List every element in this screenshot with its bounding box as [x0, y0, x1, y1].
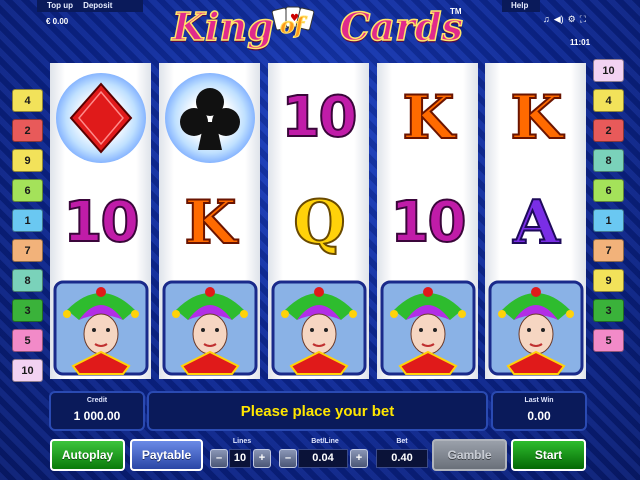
joker-symbol	[159, 275, 260, 380]
payline-indicator-right[interactable]: 9	[593, 269, 624, 292]
help-link[interactable]: Help	[502, 0, 528, 12]
clock: 11:01	[570, 38, 591, 47]
symbol-text: A	[512, 187, 561, 258]
card-symbol-10: 10	[50, 170, 151, 275]
bet-line-increase-button[interactable]: +	[350, 449, 368, 468]
joker-icon	[271, 280, 367, 376]
joker-symbol	[268, 275, 369, 380]
card-symbol-q: Q	[268, 170, 369, 275]
volume-icon[interactable]: ◀)	[554, 14, 564, 24]
bet-label: Bet	[396, 438, 408, 445]
reel-2: K	[159, 63, 260, 379]
reels-area: 10 K 10 Q K 10 K A	[50, 63, 586, 379]
club-icon	[164, 72, 255, 163]
wallet-balance: € 0.00	[46, 17, 69, 26]
game-logo: King ♥ of Cards TM	[168, 3, 468, 53]
symbol-text: K	[509, 82, 563, 153]
top-bar: Top up Deposit Help € 0.00 ♫ ◀) ⚙ ⛶ 11:0…	[0, 0, 640, 60]
joker-icon	[380, 280, 476, 376]
joker-icon	[488, 280, 584, 376]
card-symbol-k: K	[377, 65, 478, 170]
payline-indicator-left[interactable]: 10	[12, 359, 43, 382]
club-symbol	[159, 65, 260, 170]
settings-icon[interactable]: ⚙	[568, 14, 576, 24]
joker-icon	[162, 280, 258, 376]
credit-value: 1 000.00	[73, 409, 121, 423]
joker-symbol	[50, 275, 151, 380]
paytable-button[interactable]: Paytable	[130, 439, 203, 471]
symbol-text: Q	[292, 187, 346, 258]
lines-decrease-button[interactable]: –	[210, 449, 228, 468]
payline-indicator-right[interactable]: 8	[593, 149, 624, 172]
game-screen: Top up Deposit Help € 0.00 ♫ ◀) ⚙ ⛶ 11:0…	[0, 0, 640, 480]
system-tray: ♫ ◀) ⚙ ⛶	[543, 14, 586, 24]
reel-4: K 10	[377, 63, 478, 379]
logo-word-of: of	[279, 13, 305, 40]
card-symbol-a: A	[485, 170, 586, 275]
deposit-link[interactable]: Deposit	[73, 0, 112, 12]
payline-indicator-right[interactable]: 6	[593, 179, 624, 202]
last-win-box: Last Win 0.00	[491, 391, 587, 431]
bet-line-value: 0.04	[298, 449, 348, 468]
symbol-text: K	[183, 187, 237, 258]
card-symbol-10: 10	[268, 65, 369, 170]
payline-indicators-left: 4 2 9 6 1 7 8 3 5 10	[12, 89, 43, 389]
payline-indicator-right[interactable]: 2	[593, 119, 624, 142]
autoplay-button[interactable]: Autoplay	[50, 439, 125, 471]
payline-indicator-left[interactable]: 1	[12, 209, 43, 232]
bet-line-label: Bet/Line	[311, 438, 339, 445]
top-menu-left: Top up Deposit	[37, 0, 143, 12]
reel-3: 10 Q	[268, 63, 369, 379]
payline-indicator-right[interactable]: 1	[593, 209, 624, 232]
lines-value: 10	[229, 449, 251, 468]
payline-indicator-left[interactable]: 5	[12, 329, 43, 352]
payline-indicators-right: 10 4 2 8 6 1 7 9 3 5	[593, 59, 624, 359]
card-symbol-k: K	[159, 170, 260, 275]
logo-word-cards: Cards	[339, 3, 463, 50]
gamble-button[interactable]: Gamble	[432, 439, 507, 471]
fullscreen-icon[interactable]: ⛶	[580, 14, 586, 24]
last-win-label: Last Win	[524, 397, 554, 404]
symbol-text: 10	[63, 189, 141, 255]
payline-indicator-right[interactable]: 10	[593, 59, 624, 82]
status-message: Please place your bet	[240, 403, 395, 420]
symbol-text: K	[401, 82, 455, 153]
bet-value: 0.40	[376, 449, 428, 468]
symbol-text: 10	[390, 189, 468, 255]
payline-indicator-right[interactable]: 4	[593, 89, 624, 112]
credit-label: Credit	[86, 397, 108, 404]
bet-line-decrease-button[interactable]: –	[279, 449, 297, 468]
payline-indicator-left[interactable]: 3	[12, 299, 43, 322]
payline-indicator-left[interactable]: 2	[12, 119, 43, 142]
symbol-text: 10	[281, 84, 359, 150]
joker-symbol	[485, 275, 586, 380]
last-win-value: 0.00	[527, 409, 551, 423]
payline-indicator-right[interactable]: 3	[593, 299, 624, 322]
music-icon[interactable]: ♫	[543, 14, 550, 24]
reel-5: KA	[485, 63, 586, 379]
credit-box: Credit 1 000.00	[49, 391, 145, 431]
payline-indicator-left[interactable]: 8	[12, 269, 43, 292]
diamond-icon	[55, 72, 146, 163]
payline-indicator-left[interactable]: 6	[12, 179, 43, 202]
message-box: Please place your bet	[147, 391, 488, 431]
payline-indicator-left[interactable]: 7	[12, 239, 43, 262]
start-button[interactable]: Start	[511, 439, 586, 471]
top-up-link[interactable]: Top up	[37, 0, 73, 12]
payline-indicator-left[interactable]: 4	[12, 89, 43, 112]
card-symbol-k: K	[485, 65, 586, 170]
logo-word-king: King	[171, 3, 274, 50]
joker-icon	[53, 280, 149, 376]
diamond-symbol	[50, 65, 151, 170]
trademark: TM	[450, 7, 462, 16]
joker-symbol	[377, 275, 478, 380]
reel-1: 10	[50, 63, 151, 379]
card-symbol-10: 10	[377, 170, 478, 275]
payline-indicator-right[interactable]: 5	[593, 329, 624, 352]
lines-label: Lines	[232, 438, 252, 445]
top-menu-right: Help	[502, 0, 540, 12]
payline-indicator-left[interactable]: 9	[12, 149, 43, 172]
payline-indicator-right[interactable]: 7	[593, 239, 624, 262]
lines-increase-button[interactable]: +	[253, 449, 271, 468]
